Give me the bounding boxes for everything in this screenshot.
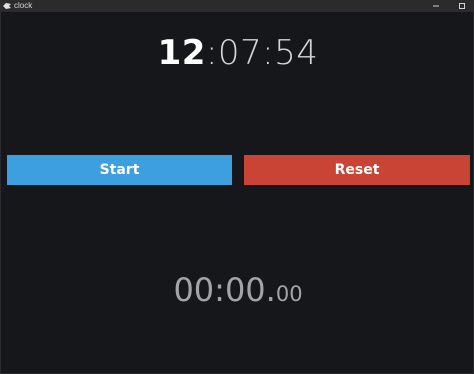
reset-button-label: Reset bbox=[334, 162, 380, 178]
stopwatch-centiseconds: 00 bbox=[275, 282, 303, 306]
reset-button[interactable]: Reset bbox=[244, 155, 470, 185]
start-button-label: Start bbox=[99, 162, 140, 178]
maximize-icon bbox=[459, 3, 465, 9]
minimize-button[interactable] bbox=[423, 0, 449, 12]
app-window: clock 12:07:54 Start Reset 00:00.00 bbox=[0, 0, 474, 374]
current-time: 12:07:54 bbox=[1, 33, 474, 73]
stopwatch-display: 00:00.00 bbox=[1, 270, 474, 316]
window-title: clock bbox=[14, 1, 33, 10]
clock-minutes-seconds: :07:54 bbox=[205, 33, 319, 73]
minimize-icon bbox=[433, 5, 439, 7]
title-bar[interactable]: clock bbox=[1, 0, 474, 12]
start-button[interactable]: Start bbox=[7, 155, 232, 185]
maximize-button[interactable] bbox=[449, 0, 474, 12]
app-icon bbox=[3, 3, 11, 9]
stopwatch-main: 00:00. bbox=[173, 271, 276, 309]
clock-hours: 12 bbox=[157, 33, 206, 73]
window-controls bbox=[423, 0, 474, 12]
